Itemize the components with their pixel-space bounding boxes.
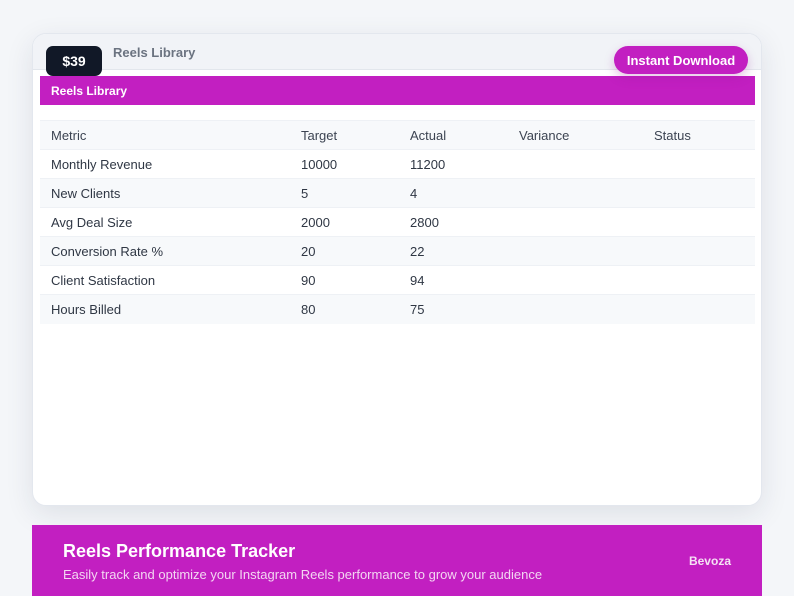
cell-status — [643, 149, 755, 179]
column-header-status: Status — [643, 120, 755, 150]
instant-download-button[interactable]: Instant Download — [614, 46, 748, 74]
sheet-title-bar: Reels Library — [40, 76, 755, 105]
cell-actual: 4 — [399, 178, 508, 208]
cell-status — [643, 265, 755, 295]
column-header-target: Target — [290, 120, 399, 150]
cell-actual: 75 — [399, 294, 508, 324]
metrics-table: Metric Target Actual Variance Status Mon… — [40, 120, 755, 324]
cell-target: 90 — [290, 265, 399, 295]
cell-actual: 94 — [399, 265, 508, 295]
cell-metric: Client Satisfaction — [40, 265, 290, 295]
brand-name: Bevoza — [688, 554, 731, 568]
cell-actual: 22 — [399, 236, 508, 266]
price-badge: $39 — [46, 46, 102, 76]
cell-actual: 11200 — [399, 149, 508, 179]
product-footer-banner: Reels Performance Tracker Easily track a… — [32, 525, 762, 596]
column-header-variance: Variance — [508, 120, 643, 150]
cell-variance — [508, 265, 643, 295]
cell-target: 20 — [290, 236, 399, 266]
table-row: Hours Billed 80 75 — [40, 294, 755, 324]
cell-variance — [508, 178, 643, 208]
cell-target: 10000 — [290, 149, 399, 179]
cell-metric: Monthly Revenue — [40, 149, 290, 179]
cell-status — [643, 236, 755, 266]
cell-variance — [508, 294, 643, 324]
cell-metric: Conversion Rate % — [40, 236, 290, 266]
table-row: Monthly Revenue 10000 11200 — [40, 149, 755, 179]
product-title: Reels Performance Tracker — [63, 541, 296, 561]
cell-status — [643, 207, 755, 237]
product-preview-card: Reels Library Reels Library Metric Targe… — [32, 33, 762, 506]
cell-variance — [508, 207, 643, 237]
cell-metric: New Clients — [40, 178, 290, 208]
cell-target: 80 — [290, 294, 399, 324]
sheet-title: Reels Library — [51, 83, 128, 98]
column-header-actual: Actual — [399, 120, 508, 150]
cell-target: 2000 — [290, 207, 399, 237]
table-row: Conversion Rate % 20 22 — [40, 236, 755, 266]
card-header-title: Reels Library — [113, 45, 196, 60]
column-header-metric: Metric — [40, 120, 290, 150]
cell-actual: 2800 — [399, 207, 508, 237]
cell-metric: Hours Billed — [40, 294, 290, 324]
cell-variance — [508, 149, 643, 179]
cell-target: 5 — [290, 178, 399, 208]
product-subtitle: Easily track and optimize your Instagram… — [63, 567, 543, 582]
table-header-row: Metric Target Actual Variance Status — [40, 120, 755, 150]
table-row: New Clients 5 4 — [40, 178, 755, 208]
cell-status — [643, 294, 755, 324]
cell-metric: Avg Deal Size — [40, 207, 290, 237]
table-row: Avg Deal Size 2000 2800 — [40, 207, 755, 237]
table-row: Client Satisfaction 90 94 — [40, 265, 755, 295]
cell-status — [643, 178, 755, 208]
cell-variance — [508, 236, 643, 266]
